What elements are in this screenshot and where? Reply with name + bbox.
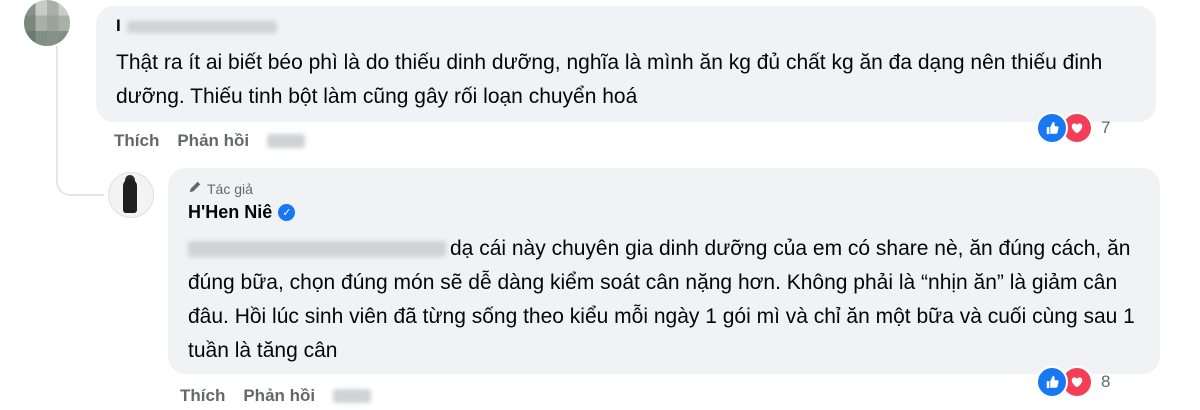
thumbs-up-icon [1036, 112, 1068, 144]
reply-author-name[interactable]: H'Hen Niê [188, 202, 272, 223]
reply-reactions[interactable]: 8 [1036, 366, 1110, 398]
comment-bubble: I Thật ra ít ai biết béo phì là do thiếu… [96, 6, 1156, 122]
avatar-figure [123, 179, 137, 213]
blurred-mention[interactable] [188, 241, 446, 258]
comment-text: Thật ra ít ai biết béo phì là do thiếu d… [116, 51, 1109, 108]
reply-timestamp[interactable] [333, 389, 372, 403]
reply-actions: Thích Phản hồi [180, 386, 372, 406]
reply-bubble: Tác giả H'Hen Niê ✓ dạ cái này chuyên gi… [168, 168, 1160, 374]
blurred-name [126, 20, 277, 33]
verified-check-icon: ✓ [278, 204, 296, 221]
commenter-avatar[interactable] [24, 0, 70, 46]
commenter-name[interactable]: I [116, 16, 277, 36]
reaction-count: 7 [1101, 118, 1111, 137]
author-avatar[interactable] [108, 172, 154, 218]
like-link[interactable]: Thích [114, 131, 159, 151]
reaction-count: 8 [1101, 372, 1111, 391]
author-badge-label: Tác giả [207, 180, 253, 197]
comment-timestamp[interactable] [267, 134, 306, 148]
comment-reactions[interactable]: 7 [1036, 112, 1110, 144]
pencil-icon [188, 180, 202, 197]
author-badge: Tác giả [188, 180, 253, 197]
reply-author-row: H'Hen Niê ✓ [188, 202, 296, 223]
reply-link[interactable]: Phản hồi [177, 131, 249, 151]
reply-like-link[interactable]: Thích [180, 386, 225, 406]
comment-actions: Thích Phản hồi [114, 131, 306, 151]
thumbs-up-icon [1036, 366, 1068, 398]
reply-reply-link[interactable]: Phản hồi [243, 386, 315, 406]
reply-text: dạ cái này chuyên gia dinh dưỡng của em … [188, 232, 1138, 368]
